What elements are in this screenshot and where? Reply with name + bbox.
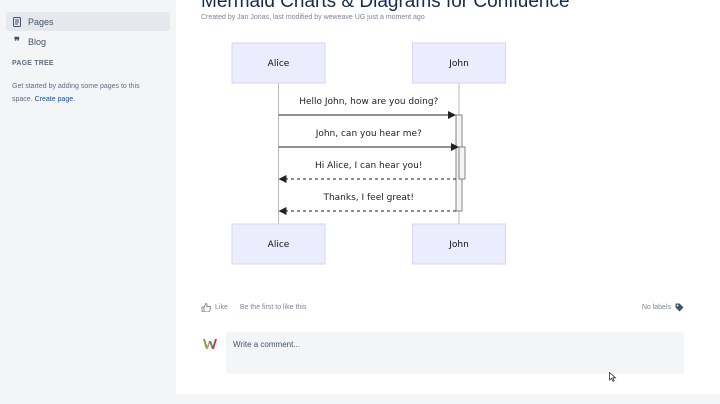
- labels-row: No labels: [642, 303, 684, 312]
- main-content: Mermaid Charts & Diagrams for Confluence…: [176, 0, 720, 394]
- comment-input[interactable]: Write a comment...: [226, 332, 684, 374]
- sidebar-item-label: Blog: [28, 36, 47, 47]
- sidebar-item-blog[interactable]: ❞ Blog: [6, 32, 170, 51]
- like-prompt: Be the first to like this: [239, 304, 307, 311]
- message-label: John, can you hear me?: [315, 129, 422, 139]
- message-label: Hello John, how are you doing?: [299, 97, 438, 107]
- message-label: Hi Alice, I can hear you!: [315, 161, 423, 171]
- like-row: Like Be the first to like this: [201, 303, 306, 312]
- actor-john-bottom: John: [412, 223, 506, 265]
- avatar: [202, 337, 220, 351]
- sidebar-item-label: Pages: [28, 16, 54, 27]
- actor-label: John: [448, 240, 469, 250]
- page-icon: [12, 16, 22, 27]
- sidebar-item-pages[interactable]: Pages: [6, 12, 170, 31]
- like-button[interactable]: Like: [215, 304, 228, 311]
- actor-alice-top: Alice: [231, 42, 326, 84]
- activation-bar: [458, 146, 466, 180]
- page-tree-heading: PAGE TREE: [12, 60, 54, 67]
- mouse-cursor-icon: [609, 369, 617, 387]
- thumbs-up-icon[interactable]: [201, 303, 211, 312]
- no-labels-text: No labels: [641, 304, 671, 311]
- quote-icon: ❞: [14, 35, 20, 48]
- message-label: Thanks, I feel great!: [322, 193, 414, 203]
- create-page-link[interactable]: Create page.: [35, 96, 75, 103]
- actor-label: Alice: [268, 240, 290, 250]
- actor-john-top: John: [412, 42, 506, 84]
- comment-placeholder: Write a comment...: [233, 340, 300, 349]
- page-tree-empty-text: Get started by adding some pages to this…: [12, 83, 140, 103]
- actor-label: John: [448, 59, 469, 69]
- sequence-diagram: Hello John, how are you doing? John, can …: [231, 42, 506, 265]
- actor-label: Alice: [268, 59, 290, 69]
- sidebar: Pages ❞ Blog PAGE TREE Get started by ad…: [0, 0, 176, 404]
- tag-icon[interactable]: [675, 303, 684, 312]
- actor-alice-bottom: Alice: [231, 223, 326, 265]
